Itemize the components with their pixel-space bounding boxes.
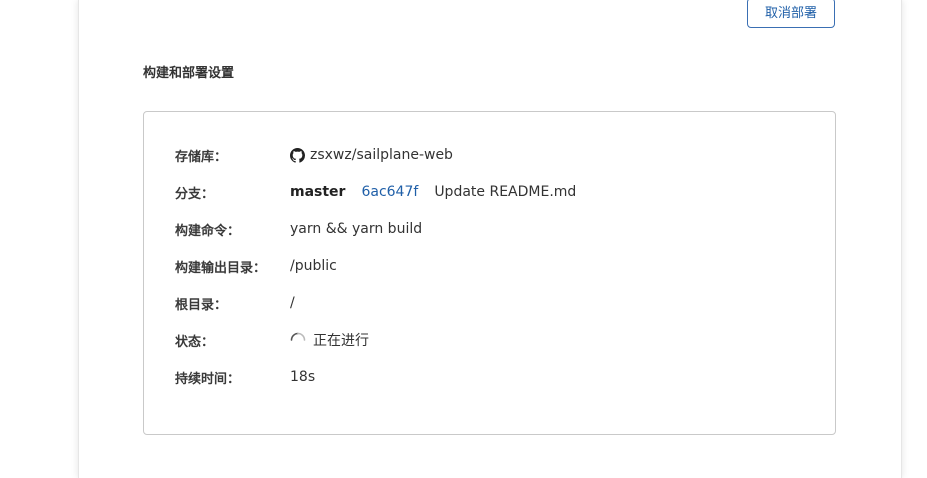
status-row: 状态： 正在进行 [144,329,835,351]
output-dir-row: 构建输出目录： /public [144,255,835,277]
status-value: 正在进行 [290,330,369,350]
cancel-deploy-button[interactable]: 取消部署 [747,0,835,28]
root-dir-value: / [290,295,295,311]
commit-hash-link[interactable]: 6ac647f [361,184,418,200]
page: 取消部署 构建和部署设置 存储库： zsxwz/sailplane-web 分支… [0,0,927,478]
spinner-icon [290,332,306,341]
output-dir-value: /public [290,258,337,274]
branch-name: master [290,184,346,200]
section-title: 构建和部署设置 [143,66,235,81]
repository-label: 存储库： [175,149,228,165]
duration-label: 持续时间： [175,371,241,387]
build-command-label: 构建命令： [175,223,241,239]
root-dir-label: 根目录： [175,297,228,313]
repository-value: zsxwz/sailplane-web [290,147,453,163]
branch-row: 分支： master 6ac647f Update README.md [144,181,835,203]
status-text: 正在进行 [313,333,369,349]
repository-name[interactable]: zsxwz/sailplane-web [310,147,453,163]
status-label: 状态： [175,334,215,350]
duration-value: 18s [290,369,316,385]
build-settings-box: 存储库： zsxwz/sailplane-web 分支： master 6ac6… [143,111,836,435]
repository-row: 存储库： zsxwz/sailplane-web [144,144,835,166]
output-dir-label: 构建输出目录： [175,260,267,276]
build-command-row: 构建命令： yarn && yarn build [144,218,835,240]
commit-message: Update README.md [434,184,577,200]
build-command-value: yarn && yarn build [290,221,423,237]
branch-label: 分支： [175,186,215,202]
github-icon [290,147,305,163]
root-dir-row: 根目录： / [144,292,835,314]
duration-row: 持续时间： 18s [144,366,835,388]
branch-value: master 6ac647f Update README.md [290,184,576,200]
